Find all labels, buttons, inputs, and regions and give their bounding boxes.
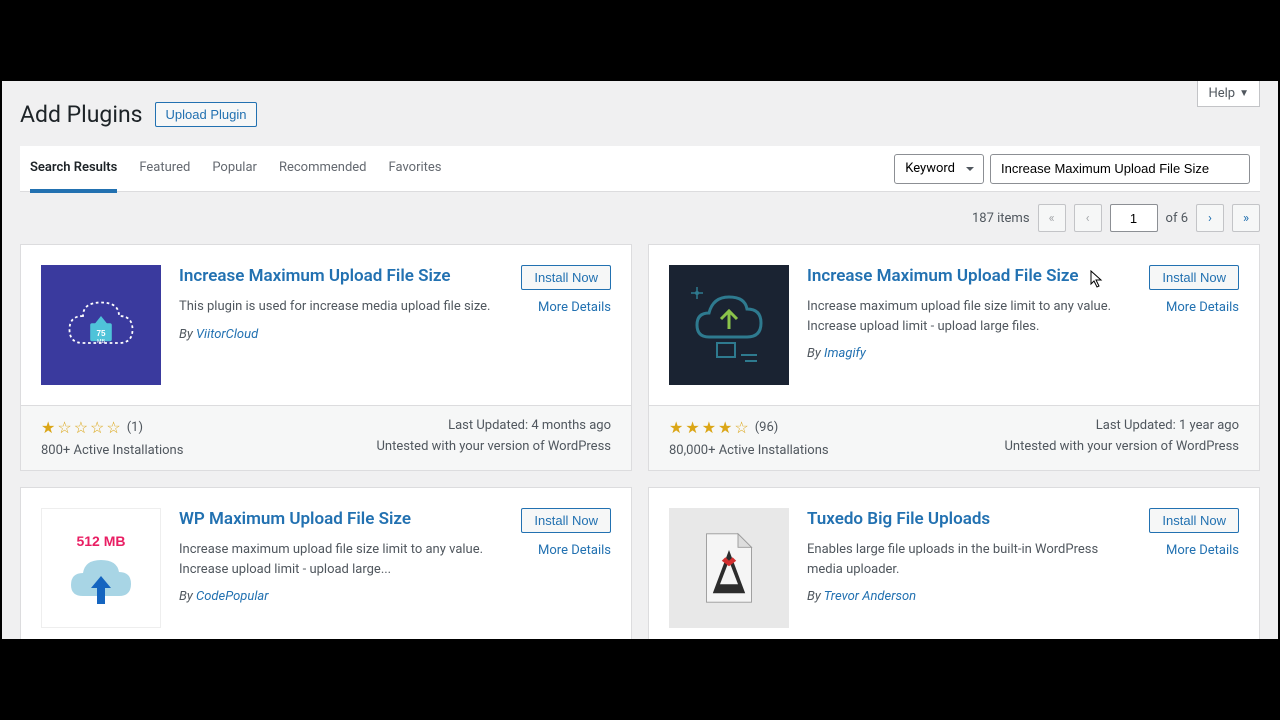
plugin-author: By CodePopular bbox=[179, 589, 503, 604]
more-details-link[interactable]: More Details bbox=[1166, 300, 1239, 315]
filter-tabs: Search Results Featured Popular Recommen… bbox=[30, 146, 894, 192]
plugin-card: Tuxedo Big File Uploads Enables large fi… bbox=[648, 487, 1260, 649]
pagination: 187 items « ‹ of 6 › » bbox=[20, 192, 1260, 244]
page-next-button[interactable]: › bbox=[1196, 204, 1224, 232]
plugin-author: By Trevor Anderson bbox=[807, 589, 1131, 604]
star-icon: ☆ bbox=[90, 418, 104, 437]
page-last-button[interactable]: » bbox=[1232, 204, 1260, 232]
author-link[interactable]: ViitorCloud bbox=[196, 327, 258, 342]
star-rating: ★ ★ ★ ★ ☆ (96) bbox=[669, 418, 829, 437]
rating-count: (96) bbox=[755, 420, 779, 435]
plugin-card: 512 MB WP Maximum Upload File Size Incre… bbox=[20, 487, 632, 649]
page-title: Add Plugins bbox=[20, 101, 143, 128]
tab-featured[interactable]: Featured bbox=[139, 146, 190, 193]
install-button[interactable]: Install Now bbox=[521, 265, 611, 290]
search-type-select[interactable]: Keyword bbox=[894, 154, 984, 184]
plugin-title[interactable]: WP Maximum Upload File Size bbox=[179, 508, 503, 530]
plugin-cards-grid: 75 MB Increase Maximum Upload File Size … bbox=[20, 244, 1260, 649]
star-icon: ☆ bbox=[57, 418, 71, 437]
page-header: Add Plugins Upload Plugin bbox=[20, 81, 1260, 146]
star-icon: ★ bbox=[702, 418, 716, 437]
tab-recommended[interactable]: Recommended bbox=[279, 146, 367, 193]
more-details-link[interactable]: More Details bbox=[1166, 543, 1239, 558]
star-icon: ★ bbox=[41, 418, 55, 437]
plugin-icon bbox=[669, 508, 789, 628]
chevron-down-icon: ▼ bbox=[1239, 88, 1249, 99]
star-rating: ★ ☆ ☆ ☆ ☆ (1) bbox=[41, 418, 183, 437]
plugin-description: Increase maximum upload file size limit … bbox=[179, 540, 503, 579]
star-icon: ★ bbox=[669, 418, 683, 437]
page-total: of 6 bbox=[1166, 211, 1188, 226]
plugin-title[interactable]: Increase Maximum Upload File Size bbox=[807, 265, 1131, 287]
plugin-title[interactable]: Increase Maximum Upload File Size bbox=[179, 265, 503, 287]
search-group: Keyword bbox=[894, 154, 1250, 184]
filter-bar: Search Results Featured Popular Recommen… bbox=[20, 146, 1260, 192]
plugin-icon bbox=[669, 265, 789, 385]
last-updated: Last Updated: 1 year ago bbox=[1004, 418, 1239, 433]
install-button[interactable]: Install Now bbox=[1149, 508, 1239, 533]
search-input[interactable] bbox=[990, 154, 1250, 184]
more-details-link[interactable]: More Details bbox=[538, 300, 611, 315]
page-first-button[interactable]: « bbox=[1038, 204, 1066, 232]
star-icon: ☆ bbox=[106, 418, 120, 437]
tab-favorites[interactable]: Favorites bbox=[389, 146, 442, 193]
help-label: Help bbox=[1208, 86, 1235, 101]
page-prev-button[interactable]: ‹ bbox=[1074, 204, 1102, 232]
more-details-link[interactable]: More Details bbox=[538, 543, 611, 558]
active-installs: 80,000+ Active Installations bbox=[669, 443, 829, 458]
svg-text:75: 75 bbox=[97, 329, 106, 338]
install-button[interactable]: Install Now bbox=[521, 508, 611, 533]
author-link[interactable]: Imagify bbox=[824, 346, 866, 361]
help-tab[interactable]: Help ▼ bbox=[1197, 81, 1260, 107]
plugin-author: By ViitorCloud bbox=[179, 327, 503, 342]
plugin-icon: 75 MB bbox=[41, 265, 161, 385]
plugin-card: Increase Maximum Upload File Size Increa… bbox=[648, 244, 1260, 471]
items-count: 187 items bbox=[972, 211, 1030, 226]
star-icon: ☆ bbox=[734, 418, 748, 437]
plugin-description: This plugin is used for increase media u… bbox=[179, 297, 503, 317]
author-link[interactable]: CodePopular bbox=[196, 589, 269, 604]
last-updated: Last Updated: 4 months ago bbox=[376, 418, 611, 433]
plugin-description: Increase maximum upload file size limit … bbox=[807, 297, 1131, 336]
plugin-description: Enables large file uploads in the built-… bbox=[807, 540, 1131, 579]
add-plugins-screen: Help ▼ Add Plugins Upload Plugin Search … bbox=[2, 81, 1278, 639]
plugin-icon: 512 MB bbox=[41, 508, 161, 628]
svg-text:512 MB: 512 MB bbox=[76, 533, 125, 549]
search-type-label: Keyword bbox=[905, 161, 955, 176]
star-icon: ★ bbox=[685, 418, 699, 437]
page-current-input[interactable] bbox=[1110, 204, 1158, 232]
plugin-author: By Imagify bbox=[807, 346, 1131, 361]
svg-text:MB: MB bbox=[97, 339, 105, 345]
plugin-title[interactable]: Tuxedo Big File Uploads bbox=[807, 508, 1131, 530]
tab-search-results[interactable]: Search Results bbox=[30, 146, 117, 193]
active-installs: 800+ Active Installations bbox=[41, 443, 183, 458]
author-link[interactable]: Trevor Anderson bbox=[824, 589, 916, 604]
install-button[interactable]: Install Now bbox=[1149, 265, 1239, 290]
star-icon: ★ bbox=[718, 418, 732, 437]
plugin-card: 75 MB Increase Maximum Upload File Size … bbox=[20, 244, 632, 471]
star-icon: ☆ bbox=[74, 418, 88, 437]
compatibility: Untested with your version of WordPress bbox=[376, 439, 611, 454]
compatibility: Untested with your version of WordPress bbox=[1004, 439, 1239, 454]
upload-plugin-button[interactable]: Upload Plugin bbox=[155, 102, 258, 127]
rating-count: (1) bbox=[127, 420, 143, 435]
tab-popular[interactable]: Popular bbox=[212, 146, 257, 193]
